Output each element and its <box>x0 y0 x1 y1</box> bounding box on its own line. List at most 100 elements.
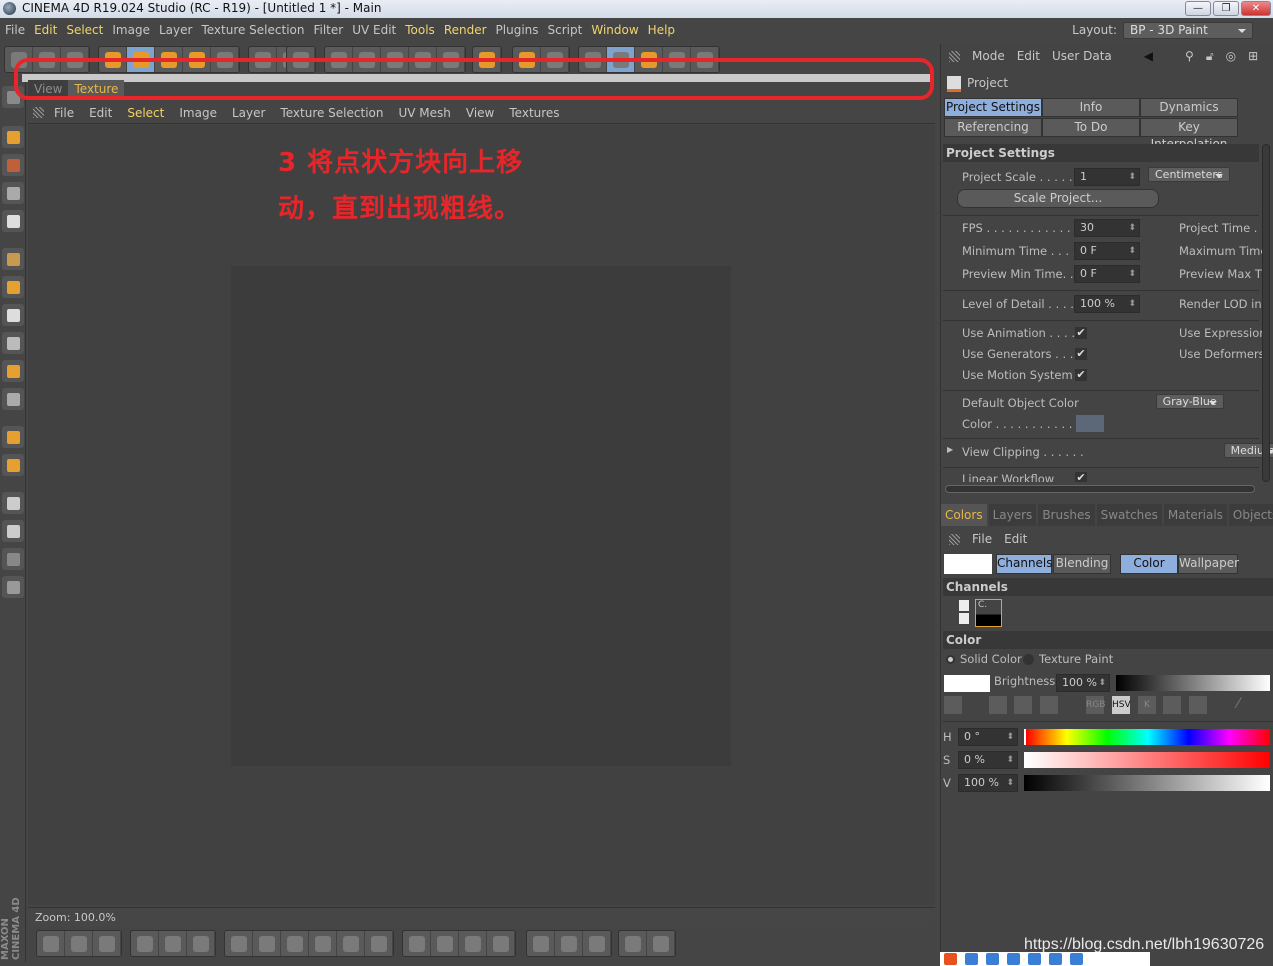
mode-blending-button[interactable]: Blending <box>1053 554 1111 574</box>
menu-uv-edit[interactable]: UV Edit <box>352 23 404 37</box>
menu-file[interactable]: File <box>5 23 33 37</box>
uv-tool-icon[interactable] <box>309 931 337 956</box>
uv-tool-icon[interactable] <box>365 931 393 956</box>
uv-tool-icon[interactable] <box>619 931 647 956</box>
uv-tool-icon[interactable] <box>37 931 65 956</box>
uv-tool-icon[interactable] <box>225 931 253 956</box>
eyedropper-icon[interactable]: ⁄ <box>1237 696 1239 712</box>
menu-image[interactable]: Image <box>112 23 158 37</box>
gradient-icon[interactable] <box>1014 696 1032 714</box>
texture-menu-file[interactable]: File <box>54 106 88 120</box>
image-icon[interactable] <box>1040 696 1058 714</box>
vertical-scrollbar[interactable] <box>1262 144 1270 482</box>
left-tool-icon[interactable] <box>2 332 24 354</box>
left-tool-icon[interactable] <box>2 520 24 542</box>
uv-tool-icon[interactable] <box>431 931 459 956</box>
channel-color-thumbnail[interactable]: C. <box>975 599 1002 627</box>
preview-min-field[interactable]: 0 F <box>1074 265 1140 283</box>
menu-texture-selection[interactable]: Texture Selection <box>201 23 312 37</box>
uv-tool-icon[interactable] <box>647 931 675 956</box>
menu-script[interactable]: Script <box>548 23 591 37</box>
uv-tool-icon[interactable] <box>583 931 611 956</box>
left-tool-icon[interactable] <box>2 248 24 270</box>
menu-tools[interactable]: Tools <box>405 23 443 37</box>
maximize-button[interactable]: ❐ <box>1213 1 1239 16</box>
tab-to-do[interactable]: To Do <box>1042 118 1140 137</box>
use-animation-checkbox[interactable]: ✔ <box>1075 327 1087 339</box>
min-time-field[interactable]: 0 F <box>1074 242 1140 260</box>
uv-tool-icon[interactable] <box>159 931 187 956</box>
uv-tool-icon[interactable] <box>93 931 121 956</box>
texture-menu-textures[interactable]: Textures <box>509 106 573 120</box>
texture-menu-select[interactable]: Select <box>127 106 178 120</box>
uv-tool-icon[interactable] <box>459 931 487 956</box>
texture-menu-image[interactable]: Image <box>179 106 231 120</box>
uv-tool-icon[interactable] <box>403 931 431 956</box>
uv-tool-icon[interactable] <box>527 931 555 956</box>
uv-tool-icon[interactable] <box>281 931 309 956</box>
minimize-button[interactable]: — <box>1185 1 1211 16</box>
channel-fg-bg-icon[interactable] <box>959 600 969 624</box>
left-tool-icon[interactable] <box>2 126 24 148</box>
menu-help[interactable]: Help <box>648 23 683 37</box>
texture-menu-layer[interactable]: Layer <box>232 106 279 120</box>
color-mixer-icon[interactable] <box>1189 696 1207 714</box>
left-tool-icon[interactable] <box>2 426 24 448</box>
texture-image-area[interactable] <box>231 266 731 766</box>
uv-tool-icon[interactable] <box>131 931 159 956</box>
colors-menu-file[interactable]: File <box>972 532 992 546</box>
left-tool-icon[interactable] <box>2 154 24 176</box>
eyedropper-mix-icon[interactable] <box>944 696 962 714</box>
solid-color-radio[interactable] <box>946 655 955 664</box>
brightness-slider[interactable] <box>1116 675 1270 691</box>
texture-menu-uv-mesh[interactable]: UV Mesh <box>398 106 464 120</box>
s-slider[interactable] <box>1024 752 1270 768</box>
scale-project-button[interactable]: Scale Project... <box>957 189 1159 208</box>
h-field[interactable]: 0 ° <box>958 728 1018 746</box>
default-color-dropdown[interactable]: Gray-Blue <box>1155 394 1224 409</box>
texture-paint-radio[interactable] <box>1023 654 1034 665</box>
expand-arrow-icon[interactable]: ▶ <box>947 445 953 454</box>
panel-grip-icon[interactable] <box>33 107 44 118</box>
mode-hsv-icon[interactable]: HSV <box>1112 696 1131 714</box>
tab-swatches[interactable]: Swatches <box>1096 504 1162 526</box>
brightness-swatch[interactable] <box>944 675 990 692</box>
lod-field[interactable]: 100 % <box>1074 295 1140 313</box>
unit-dropdown[interactable]: Centimeters <box>1148 167 1230 182</box>
menu-select[interactable]: Select <box>66 23 111 37</box>
colors-menu-edit[interactable]: Edit <box>1004 532 1027 546</box>
layout-dropdown[interactable]: BP - 3D Paint <box>1123 21 1253 39</box>
tab-referencing[interactable]: Referencing <box>944 118 1042 137</box>
v-field[interactable]: 100 % <box>958 774 1018 792</box>
tab-colors[interactable]: Colors <box>941 504 987 526</box>
horizontal-scrollbar[interactable] <box>945 485 1255 493</box>
menu-plugins[interactable]: Plugins <box>496 23 547 37</box>
use-generators-checkbox[interactable]: ✔ <box>1075 348 1087 360</box>
tab-layers[interactable]: Layers <box>988 504 1037 526</box>
texture-menu-edit[interactable]: Edit <box>89 106 126 120</box>
left-tool-icon[interactable] <box>2 276 24 298</box>
tab-info[interactable]: Info <box>1042 98 1140 117</box>
s-field[interactable]: 0 % <box>958 751 1018 769</box>
left-tool-icon[interactable] <box>2 492 24 514</box>
texture-menu-texture-selection[interactable]: Texture Selection <box>280 106 397 120</box>
left-tool-icon[interactable] <box>2 548 24 570</box>
texture-menu-view[interactable]: View <box>466 106 508 120</box>
fps-field[interactable]: 30 <box>1074 219 1140 237</box>
project-scale-field[interactable]: 1 <box>1074 168 1140 186</box>
h-slider[interactable] <box>1024 729 1270 745</box>
tab-materials[interactable]: Materials <box>1163 504 1227 526</box>
uv-tool-icon[interactable] <box>337 931 365 956</box>
panel-grip-icon[interactable] <box>949 533 960 545</box>
mode-rgb-icon[interactable]: RGB <box>1086 696 1105 714</box>
brightness-field[interactable]: 100 % <box>1056 674 1110 692</box>
mode-k-icon[interactable]: K <box>1138 696 1156 714</box>
color-mixer-icon[interactable] <box>1163 696 1181 714</box>
uv-tool-icon[interactable] <box>65 931 93 956</box>
menu-render[interactable]: Render <box>444 23 495 37</box>
left-tool-icon[interactable] <box>2 182 24 204</box>
menu-layer[interactable]: Layer <box>159 23 200 37</box>
color-wheel-icon[interactable] <box>989 696 1007 714</box>
left-tool-icon[interactable] <box>2 360 24 382</box>
tab-brushes[interactable]: Brushes <box>1038 504 1095 526</box>
